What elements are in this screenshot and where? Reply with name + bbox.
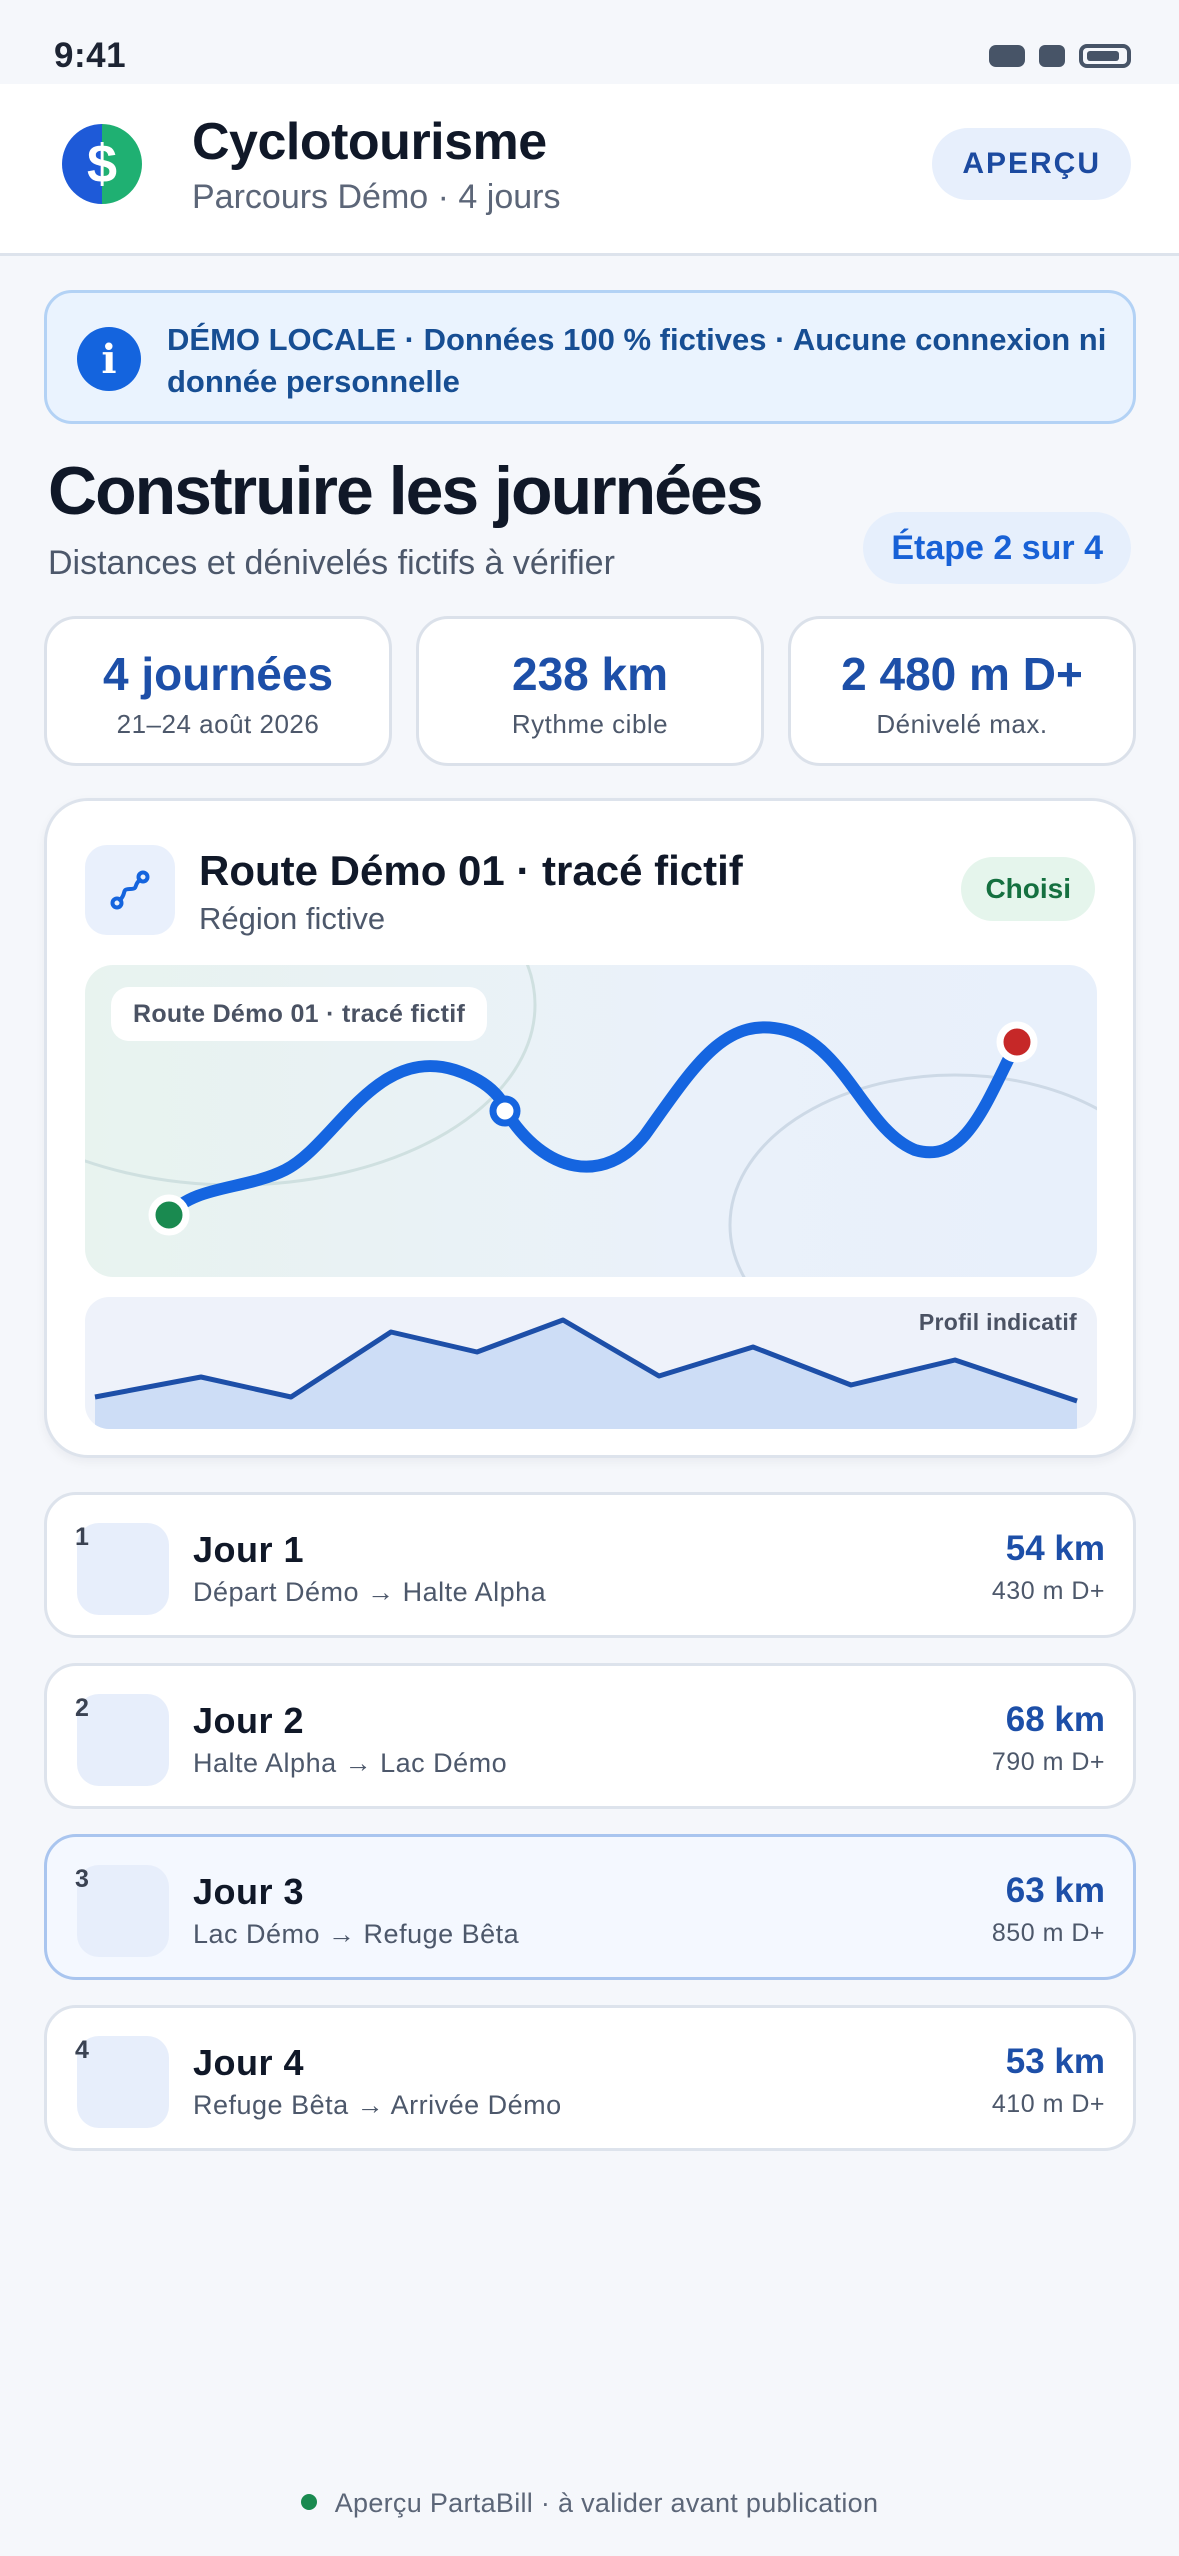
route-map[interactable]: Route Démo 01 · tracé fictif — [85, 965, 1097, 1277]
day-thumbnail — [77, 1523, 169, 1615]
status-dot-icon — [300, 2494, 317, 2510]
signal-icon — [989, 45, 1025, 67]
day-thumbnail — [77, 2036, 169, 2128]
footer: Aperçu PartaBill · à valider avant publi… — [0, 2488, 1179, 2519]
day-route: Halte Alpha → Lac Démo — [193, 1748, 508, 1778]
day-elevation: 790 m D+ — [991, 1748, 1105, 1776]
day-card-4[interactable]: 4 Jour 4 Refuge Bêta → Arrivée Démo 53 k… — [44, 2005, 1136, 2151]
day-number: 4 — [75, 2036, 89, 2064]
app-title: Cyclotourisme — [192, 113, 547, 171]
elevation-profile: Profil indicatif — [85, 1297, 1097, 1429]
route-status-badge: Choisi — [961, 857, 1095, 921]
day-elevation: 410 m D+ — [991, 2090, 1105, 2118]
info-icon: i — [77, 327, 141, 391]
status-icons — [989, 44, 1131, 68]
day-title: Jour 2 — [193, 1700, 305, 1741]
waypoint-marker — [489, 1095, 521, 1127]
day-distance: 68 km — [1005, 1700, 1105, 1739]
day-route: Départ Démo → Halte Alpha — [193, 1577, 547, 1607]
stat-value: 238 km — [511, 648, 668, 700]
logo-glyph: $ — [86, 134, 118, 194]
demo-banner-text: DÉMO LOCALE · Données 100 % fictives · A… — [167, 322, 1107, 399]
route-icon — [85, 845, 175, 935]
stat-card-days: 4 journées 21–24 août 2026 — [44, 616, 392, 766]
stat-card-distance: 238 km Rythme cible — [416, 616, 764, 766]
wifi-icon — [1039, 45, 1065, 67]
route-region: Région fictive — [199, 901, 386, 936]
stat-label: 21–24 août 2026 — [116, 709, 320, 739]
stat-value: 4 journées — [102, 648, 334, 700]
route-card[interactable]: Route Démo 01 · tracé fictif Région fict… — [44, 798, 1136, 1458]
day-card-1[interactable]: 1 Jour 1 Départ Démo → Halte Alpha 54 km… — [44, 1492, 1136, 1638]
day-number: 1 — [75, 1523, 89, 1551]
day-elevation: 430 m D+ — [991, 1577, 1105, 1605]
day-elevation: 850 m D+ — [991, 1919, 1105, 1947]
app-logo-icon: $ — [62, 124, 142, 204]
stat-label: Dénivelé max. — [876, 709, 1048, 739]
page-subtitle: Distances et dénivelés fictifs à vérifie… — [48, 544, 615, 582]
day-route: Refuge Bêta → Arrivée Démo — [193, 2090, 562, 2120]
profile-fill — [95, 1320, 1077, 1429]
day-route: Lac Démo → Refuge Bêta — [193, 1919, 520, 1949]
day-title: Jour 3 — [193, 1871, 305, 1912]
demo-banner: i DÉMO LOCALE · Données 100 % fictives ·… — [44, 290, 1136, 424]
day-title: Jour 4 — [193, 2042, 305, 2083]
footer-text: Aperçu PartaBill · à valider avant publi… — [334, 2488, 879, 2518]
stat-card-elevation: 2 480 m D+ Dénivelé max. — [788, 616, 1136, 766]
start-marker — [148, 1194, 190, 1236]
day-thumbnail — [77, 1865, 169, 1957]
day-distance: 54 km — [1005, 1529, 1105, 1568]
day-thumbnail — [77, 1694, 169, 1786]
status-time: 9:41 — [54, 36, 127, 75]
day-number: 3 — [75, 1865, 89, 1893]
status-bar: 9:41 — [0, 0, 1179, 84]
day-distance: 63 km — [1005, 1871, 1105, 1910]
preview-button[interactable]: APERÇU — [932, 128, 1131, 200]
day-card-3[interactable]: 3 Jour 3 Lac Démo → Refuge Bêta 63 km 85… — [44, 1834, 1136, 1980]
battery-icon — [1079, 44, 1131, 68]
stat-value: 2 480 m D+ — [841, 648, 1083, 700]
profile-label: Profil indicatif — [918, 1309, 1077, 1335]
route-title: Route Démo 01 · tracé fictif — [199, 847, 743, 894]
app-subtitle: Parcours Démo · 4 jours — [192, 178, 561, 216]
map-label: Route Démo 01 · tracé fictif — [111, 987, 488, 1041]
day-title: Jour 1 — [193, 1529, 305, 1570]
day-distance: 53 km — [1005, 2042, 1105, 2081]
day-card-2[interactable]: 2 Jour 2 Halte Alpha → Lac Démo 68 km 79… — [44, 1663, 1136, 1809]
step-badge: Étape 2 sur 4 — [863, 512, 1131, 584]
page-title: Construire les journées — [48, 453, 764, 529]
route-path — [163, 1021, 1023, 1221]
day-number: 2 — [75, 1694, 89, 1722]
end-marker — [996, 1021, 1038, 1063]
app-header: $ Cyclotourisme Parcours Démo · 4 jours … — [0, 84, 1179, 256]
stat-label: Rythme cible — [511, 709, 669, 739]
